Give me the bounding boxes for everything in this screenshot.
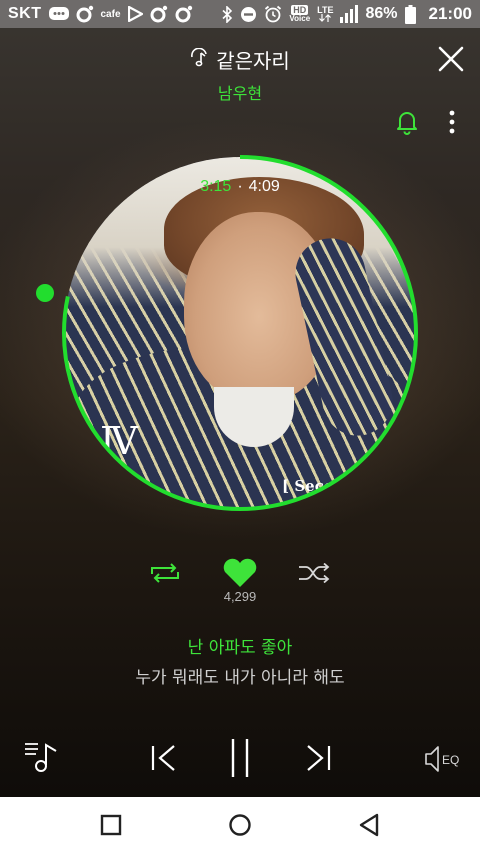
previous-button[interactable] — [150, 744, 176, 772]
signal-icon — [340, 5, 359, 23]
repeat-button[interactable] — [149, 562, 181, 584]
home-button[interactable] — [228, 813, 252, 837]
skip-next-icon — [307, 745, 331, 771]
app-circle-icon-3 — [175, 5, 193, 23]
carrier-label: SKT — [8, 5, 42, 22]
shuffle-button[interactable] — [298, 562, 331, 584]
recent-apps-icon — [100, 814, 122, 836]
shuffle-icon — [299, 562, 330, 584]
seek-handle[interactable] — [36, 284, 54, 302]
bluetooth-icon — [222, 5, 233, 23]
time-display: 3:15 · 4:09 — [0, 178, 480, 196]
equalizer-icon: EQ — [425, 746, 459, 772]
more-vertical-icon — [449, 110, 455, 134]
song-title: 같은자리 — [216, 49, 290, 73]
alarm-icon — [264, 5, 282, 23]
battery-icon — [404, 4, 416, 24]
back-icon — [359, 813, 379, 837]
pause-icon — [231, 739, 249, 777]
app-circle-icon-2 — [150, 5, 168, 23]
bell-icon — [397, 112, 417, 135]
player-header: 같은자리 남우현 — [0, 40, 480, 110]
lte-icon: LTE — [317, 6, 333, 22]
song-title-row: 같은자리 — [0, 45, 480, 74]
album-cover-numeral: Ⅳ — [100, 419, 138, 463]
battery-percent: 86% — [365, 5, 398, 22]
eq-label: EQ — [442, 753, 459, 767]
status-bar: SKT cafe HD Voice LTE 86% 21:00 — [0, 0, 480, 28]
more-options-button[interactable] — [443, 109, 461, 135]
total-time: 4:09 — [248, 178, 280, 195]
repeat-icon — [151, 563, 179, 583]
hd-voice-icon: HD Voice — [289, 5, 310, 23]
album-art-area[interactable]: Ⅳ [ Secon — [60, 153, 420, 513]
lyric-next-line[interactable]: 누가 뭐래도 내가 아니라 해도 — [0, 663, 480, 688]
playlist-button[interactable] — [24, 741, 60, 773]
like-count: 4,299 — [223, 589, 257, 604]
voice-label: Voice — [289, 14, 311, 23]
like-button[interactable] — [222, 558, 258, 588]
back-button[interactable] — [358, 813, 380, 837]
app-circle-icon — [76, 5, 94, 23]
chat-icon — [48, 6, 69, 22]
notification-button[interactable] — [395, 109, 419, 135]
cafe-icon: cafe — [100, 8, 121, 20]
play-store-icon — [127, 6, 143, 22]
do-not-disturb-icon — [240, 6, 257, 23]
pause-button[interactable] — [229, 738, 251, 778]
heart-icon — [223, 558, 257, 587]
close-button[interactable] — [438, 46, 464, 72]
navigation-bar — [0, 797, 480, 853]
playlist-icon — [25, 743, 57, 772]
equalizer-button[interactable]: EQ — [423, 745, 463, 773]
lte-label: LTE — [317, 5, 334, 15]
album-cover-title: [ Secon — [282, 477, 345, 495]
album-art: Ⅳ [ Secon — [64, 157, 416, 509]
status-clock: 21:00 — [428, 4, 472, 23]
current-time: 3:15 — [200, 178, 232, 195]
artist-name[interactable]: 남우현 — [0, 80, 480, 104]
close-icon — [438, 46, 464, 72]
lyric-current-line[interactable]: 난 아파도 좋아 — [0, 633, 480, 658]
time-separator: · — [237, 178, 243, 195]
recent-apps-button[interactable] — [100, 814, 122, 836]
music-note-icon — [190, 47, 210, 72]
skip-previous-icon — [151, 745, 175, 771]
next-button[interactable] — [306, 744, 332, 772]
home-icon — [229, 814, 251, 836]
